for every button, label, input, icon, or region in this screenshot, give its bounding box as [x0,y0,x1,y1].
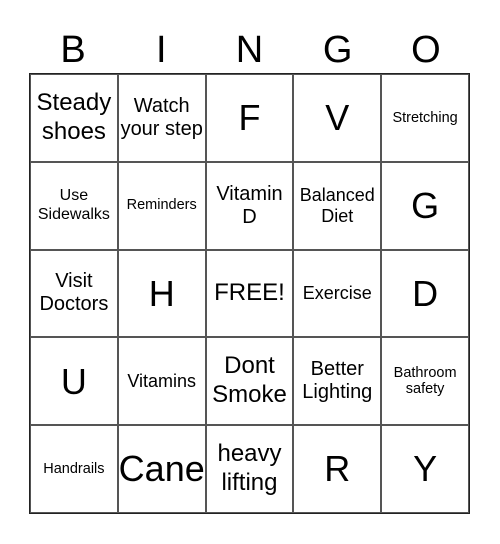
bingo-cell[interactable]: Vitamin D [205,161,294,250]
bingo-cell[interactable]: F [205,74,294,162]
bingo-cell[interactable]: heavy lifting [205,425,294,513]
bingo-cell[interactable]: Y [381,425,469,513]
free-space-cell[interactable]: FREE! [205,249,294,338]
bingo-cell[interactable]: H [117,249,206,338]
bingo-cell[interactable]: Handrails [30,425,118,513]
bingo-header: B I N G O [29,28,470,72]
bingo-cell[interactable]: G [381,161,469,250]
header-letter-o: O [411,29,441,71]
header-letter-i: I [156,29,167,71]
bingo-cell[interactable]: U [30,337,118,426]
bingo-cell[interactable]: Dont Smoke [205,337,294,426]
bingo-cell[interactable]: Vitamins [117,337,206,426]
bingo-cell[interactable]: Better Lighting [293,337,382,426]
bingo-cell[interactable]: Use Sidewalks [30,161,118,250]
bingo-cell[interactable]: Exercise [293,249,382,338]
bingo-cell[interactable]: V [293,74,382,162]
bingo-cell[interactable]: Reminders [117,161,206,250]
bingo-cell[interactable]: D [381,249,469,338]
bingo-cell[interactable]: Balanced Diet [293,161,382,250]
bingo-cell[interactable]: Cane [117,425,206,513]
header-letter-n: N [235,29,264,71]
bingo-cell[interactable]: R [293,425,382,513]
bingo-cell[interactable]: Watch your step [117,74,206,162]
bingo-card-grid: Steady shoes Watch your step F V Stretching U… [29,73,470,514]
header-letter-b: B [60,29,86,71]
bingo-cell[interactable]: Visit Doctors [30,249,118,338]
bingo-cell[interactable]: Steady shoes [30,74,118,162]
bingo-cell[interactable]: Stretching [381,74,469,162]
bingo-cell[interactable]: Bathroom safety [381,337,469,426]
header-letter-g: G [322,29,353,71]
